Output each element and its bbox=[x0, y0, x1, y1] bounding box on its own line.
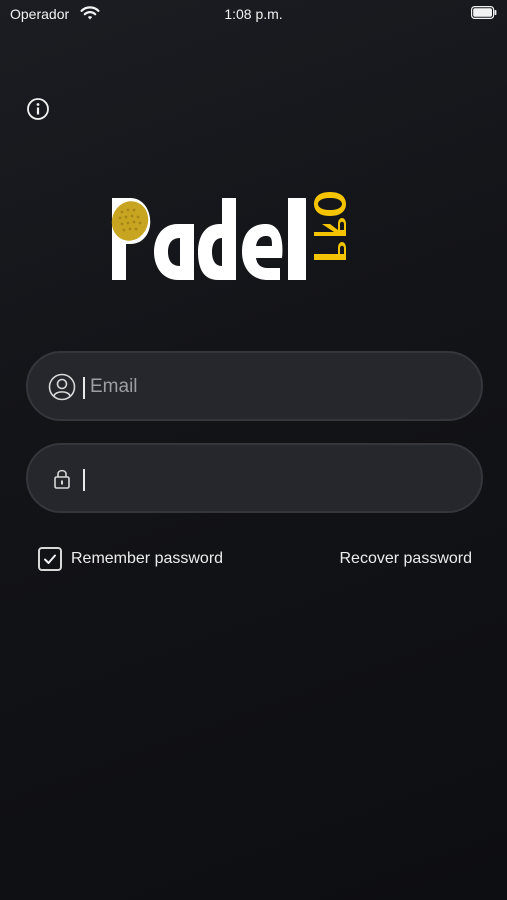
status-time: 1:08 p.m. bbox=[224, 6, 283, 22]
battery-icon bbox=[471, 6, 497, 19]
text-caret bbox=[83, 377, 85, 399]
lock-icon bbox=[54, 469, 70, 489]
remember-password-label: Remember password bbox=[71, 550, 224, 567]
recover-password-link[interactable]: Recover password bbox=[340, 550, 473, 568]
info-icon[interactable] bbox=[26, 97, 50, 121]
user-icon bbox=[48, 373, 76, 401]
password-input[interactable] bbox=[90, 459, 450, 499]
password-field[interactable] bbox=[26, 443, 483, 513]
email-field[interactable] bbox=[26, 351, 483, 421]
status-bar: Operador 1:08 p.m. bbox=[0, 0, 507, 30]
text-caret bbox=[83, 469, 85, 491]
email-input[interactable] bbox=[90, 367, 450, 407]
remember-checkbox[interactable] bbox=[38, 547, 62, 571]
padel-pro-logo bbox=[111, 192, 346, 280]
checkmark-icon bbox=[44, 554, 56, 564]
